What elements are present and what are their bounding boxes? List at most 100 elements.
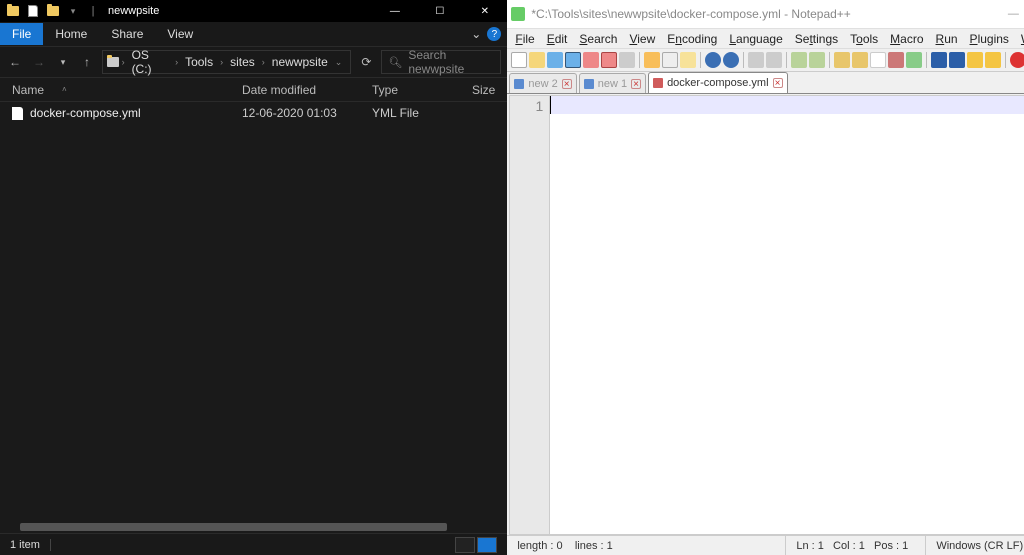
line-number: 1 [510,98,543,114]
breadcrumb[interactable]: Tools [180,55,218,69]
menu-view[interactable]: View [623,30,661,48]
large-icons-view-button[interactable] [477,537,497,553]
notepadpp-logo-icon [511,7,525,21]
ribbon-collapse-icon[interactable]: ⌄ [471,27,481,41]
close-tab-icon[interactable]: × [562,79,572,89]
horizontal-scrollbar[interactable] [0,521,507,533]
refresh-button[interactable]: ⟳ [357,53,375,71]
menu-settings[interactable]: Settings [789,30,844,48]
find-icon[interactable] [748,52,764,68]
current-line-highlight [550,96,1024,114]
npp-status-bar: length : 0 lines : 1 Ln : 1 Col : 1 Pos … [507,535,1024,555]
scrollbar-thumb[interactable] [20,523,447,531]
window-title: newwpsite [100,5,159,17]
open-file-icon[interactable] [529,52,545,68]
breadcrumb-sep-icon: › [175,57,178,67]
nav-forward-button[interactable]: → [30,53,48,71]
close-all-icon[interactable] [601,52,617,68]
zoom-in-icon[interactable] [791,52,807,68]
address-bar[interactable]: › OS (C:) › Tools › sites › newwpsite ⌄ [102,50,351,74]
breadcrumb[interactable]: OS (C:) [127,48,174,76]
doc-map-icon[interactable] [985,52,1001,68]
npp-toolbar [507,48,1024,72]
explorer-title-bar[interactable]: ▾ | newwpsite — ☐ ✕ [0,0,507,22]
menu-window[interactable]: Window [1015,30,1024,48]
close-tab-icon[interactable]: × [773,78,783,88]
chevron-down-icon[interactable]: ▾ [66,4,80,18]
menu-run[interactable]: Run [930,30,964,48]
save-all-icon[interactable] [565,52,581,68]
ribbon-share-tab[interactable]: Share [99,23,155,45]
column-type-header[interactable]: Type [372,83,472,97]
nav-back-button[interactable]: ← [6,53,24,71]
editor-tab[interactable]: new 2 × [509,73,576,93]
close-file-icon[interactable] [583,52,599,68]
status-divider [50,539,51,551]
replace-icon[interactable] [766,52,782,68]
search-box[interactable]: 🔍︎ Search newwpsite [381,50,501,74]
undo-icon[interactable] [705,52,721,68]
file-list[interactable]: docker-compose.yml 12-06-2020 01:03 YML … [0,102,507,521]
sync-v-icon[interactable] [834,52,850,68]
unsaved-file-icon [653,78,663,88]
menu-encoding[interactable]: Encoding [661,30,723,48]
menu-tools[interactable]: Tools [844,30,884,48]
column-size-header[interactable]: Size [472,83,507,97]
function-list-icon[interactable] [967,52,983,68]
breadcrumb-sep-icon: › [262,57,265,67]
nav-recent-dropdown[interactable]: ▾ [54,53,72,71]
nav-up-button[interactable]: ↑ [78,53,96,71]
print-icon[interactable] [619,52,635,68]
record-macro-icon[interactable] [1010,52,1024,68]
ribbon-file-tab[interactable]: File [0,23,43,45]
minimize-button[interactable]: — [991,2,1024,26]
details-view-button[interactable] [455,537,475,553]
menu-search[interactable]: Search [573,30,623,48]
folder-margin-icon[interactable] [931,52,947,68]
indent-guide-icon[interactable] [906,52,922,68]
paste-icon[interactable] [680,52,696,68]
breadcrumb[interactable]: sites [225,55,260,69]
file-row[interactable]: docker-compose.yml 12-06-2020 01:03 YML … [0,102,507,124]
new-file-icon[interactable] [511,52,527,68]
editor-area: 1 [509,95,1024,535]
address-dropdown-icon[interactable]: ⌄ [335,57,347,68]
copy-icon[interactable] [662,52,678,68]
help-icon[interactable]: ? [487,27,501,41]
search-placeholder: Search newwpsite [408,48,494,76]
save-icon[interactable] [547,52,563,68]
maximize-button[interactable]: ☐ [417,0,462,22]
saved-file-icon [584,79,594,89]
minimize-button[interactable]: — [372,0,417,22]
redo-icon[interactable] [723,52,739,68]
menu-language[interactable]: Language [723,30,788,48]
cut-icon[interactable] [644,52,660,68]
zoom-out-icon[interactable] [809,52,825,68]
column-date-header[interactable]: Date modified [242,83,372,97]
close-tab-icon[interactable]: × [631,79,641,89]
notepadpp-window: *C:\Tools\sites\newwpsite\docker-compose… [507,0,1024,555]
close-button[interactable]: ✕ [462,0,507,22]
npp-title-bar[interactable]: *C:\Tools\sites\newwpsite\docker-compose… [507,0,1024,28]
show-all-chars-icon[interactable] [888,52,904,68]
sync-h-icon[interactable] [852,52,868,68]
editor-tab-active[interactable]: docker-compose.yml × [648,72,787,93]
menu-macro[interactable]: Macro [884,30,929,48]
editor-tab[interactable]: new 1 × [579,73,646,93]
ribbon-view-tab[interactable]: View [155,23,205,45]
status-eol[interactable]: Windows (CR LF) [926,536,1024,555]
breadcrumb[interactable]: newwpsite [267,55,333,69]
folder-margin-icon[interactable] [949,52,965,68]
tab-label: new 2 [528,78,557,90]
title-divider: | [86,5,100,17]
text-editor[interactable] [550,96,1024,534]
menu-file[interactable]: File [509,30,540,48]
npp-tab-bar: new 2 × new 1 × docker-compose.yml × [507,72,1024,94]
ribbon-home-tab[interactable]: Home [43,23,99,45]
npp-window-title: *C:\Tools\sites\newwpsite\docker-compose… [531,7,850,21]
menu-edit[interactable]: Edit [541,30,574,48]
wordwrap-icon[interactable] [870,52,886,68]
file-explorer-window: ▾ | newwpsite — ☐ ✕ File Home Share View… [0,0,507,555]
column-name-header[interactable]: Name˄ [12,83,242,97]
menu-plugins[interactable]: Plugins [964,30,1015,48]
